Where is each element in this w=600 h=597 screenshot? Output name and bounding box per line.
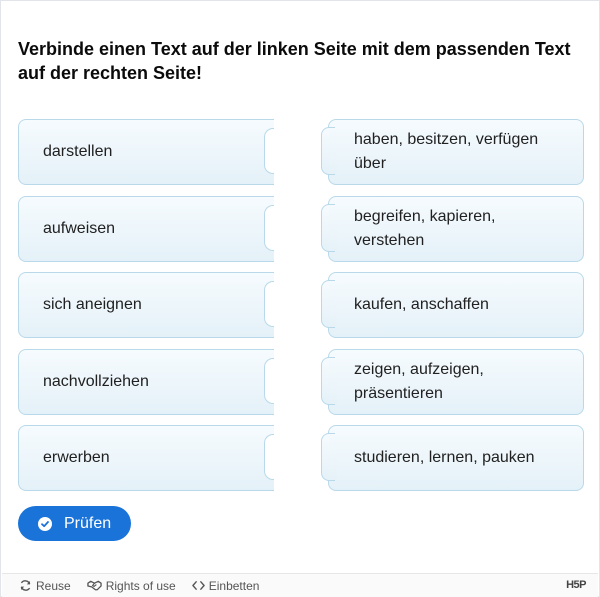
right-card-label: studieren, lernen, pauken [354, 449, 535, 466]
rights-of-use-label: Rights of use [105, 578, 176, 593]
connector-notch [264, 281, 274, 327]
left-card-label: sich aneignen [43, 296, 142, 313]
handshake-icon [86, 580, 102, 591]
left-card-label: darstellen [43, 143, 113, 160]
right-card-5[interactable]: studieren, lernen, pauken [321, 425, 584, 491]
code-icon [191, 581, 205, 590]
check-circle-icon [38, 516, 52, 531]
embed-label: Einbetten [208, 578, 260, 593]
right-card-3[interactable]: kaufen, anschaffen [321, 272, 584, 338]
connector-notch [264, 128, 274, 174]
left-card-1[interactable]: darstellen [18, 119, 274, 185]
right-card-1[interactable]: haben, besitzen, verfügen über [321, 119, 584, 185]
left-card-4[interactable]: nachvollziehen [18, 348, 274, 415]
right-card-label: kaufen, anschaffen [354, 296, 489, 313]
connector-notch [264, 434, 274, 480]
left-card-5[interactable]: erwerben [18, 425, 274, 491]
h5p-content-frame: Verbinde einen Text auf der linken Seite… [0, 0, 600, 597]
reuse-icon [20, 580, 31, 591]
check-button-label: Prüfen [64, 514, 112, 532]
reuse-label: Reuse [36, 578, 71, 593]
left-card-3[interactable]: sich aneignen [18, 272, 274, 338]
rights-of-use-link[interactable]: Rights of use [86, 578, 176, 593]
left-column: darstellen aufweisen sich aneignen nachv… [18, 119, 274, 502]
left-card-label: nachvollziehen [43, 372, 149, 390]
right-card-label: zeigen, aufzeigen, präsentieren [354, 360, 484, 402]
connector-notch [264, 204, 274, 251]
reuse-link[interactable]: Reuse [19, 579, 71, 593]
right-card-2[interactable]: begreifen, kapieren, verstehen [321, 195, 584, 262]
connector-notch [264, 357, 274, 404]
embed-link[interactable]: Einbetten [191, 578, 260, 593]
check-button[interactable]: Prüfen [18, 506, 131, 541]
left-card-2[interactable]: aufweisen [18, 195, 274, 262]
left-card-label: erwerben [43, 449, 110, 466]
right-card-4[interactable]: zeigen, aufzeigen, präsentieren [321, 348, 584, 415]
h5p-logo[interactable]: H5P [566, 579, 586, 591]
left-card-label: aufweisen [43, 219, 116, 237]
right-column: haben, besitzen, verfügen über begreifen… [321, 119, 584, 502]
footer-bar: Reuse Rights of use Einbetten H5P [2, 573, 598, 597]
right-card-label: haben, besitzen, verfügen über [354, 131, 539, 172]
task-instruction: Verbinde einen Text auf der linken Seite… [18, 39, 571, 83]
right-card-label: begreifen, kapieren, verstehen [354, 207, 496, 249]
